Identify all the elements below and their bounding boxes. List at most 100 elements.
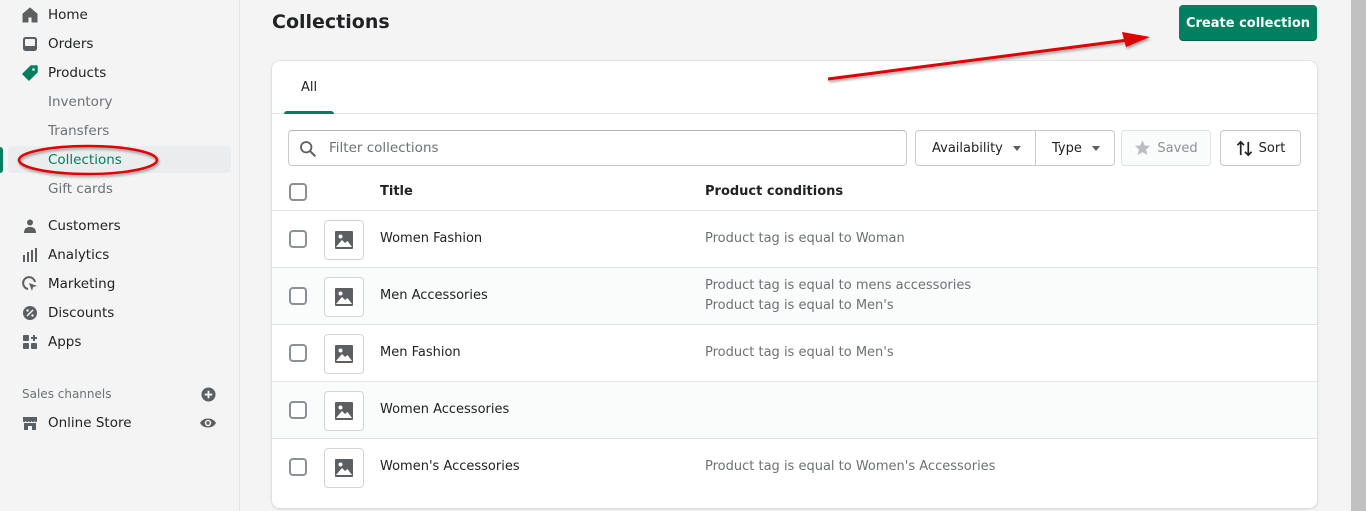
table-row[interactable]: Men Fashion Product tag is equal to Men'… (272, 325, 1317, 382)
sidebar-item-online-store[interactable]: Online Store (8, 409, 231, 436)
condition-line: Product tag is equal to Men's (705, 298, 894, 313)
select-all-checkbox[interactable] (289, 183, 307, 201)
sidebar-item-label: Gift cards (48, 180, 113, 197)
sidebar-item-label: Orders (48, 35, 94, 52)
tab-selected-indicator (284, 111, 334, 114)
filter-button-group: Availability Type (915, 130, 1115, 166)
image-placeholder-icon (335, 231, 353, 249)
collection-thumbnail (324, 277, 364, 317)
sidebar-item-apps[interactable]: Apps (8, 328, 231, 355)
sort-label: Sort (1258, 140, 1286, 156)
table-row[interactable]: Men Accessories Product tag is equal to … (272, 268, 1317, 325)
caret-down-icon (1012, 145, 1021, 151)
sidebar: Home Orders Products Inventory Transfers… (0, 0, 240, 511)
collection-thumbnail (324, 334, 364, 374)
sidebar-item-discounts[interactable]: Discounts (8, 299, 231, 326)
image-placeholder-icon (335, 459, 353, 477)
condition-line: Product tag is equal to Women's Accessor… (705, 459, 996, 474)
store-icon (21, 414, 39, 432)
sidebar-item-analytics[interactable]: Analytics (8, 241, 231, 268)
view-online-store-button[interactable] (199, 415, 219, 431)
apps-icon (21, 333, 39, 351)
column-header-product-conditions: Product conditions (705, 184, 844, 199)
product-conditions: Product tag is equal to mens accessories… (705, 276, 971, 316)
page-scrollbar[interactable] (1351, 0, 1366, 511)
condition-line: Product tag is equal to mens accessories (705, 278, 972, 293)
collection-thumbnail (324, 391, 364, 431)
star-icon (1135, 140, 1151, 155)
page-title: Collections (272, 11, 390, 33)
condition-line: Product tag is equal to Woman (705, 231, 905, 246)
collection-title[interactable]: Women's Accessories (380, 459, 520, 474)
column-header-title: Title (380, 184, 413, 199)
table-row[interactable]: Women's Accessories Product tag is equal… (272, 439, 1317, 508)
sort-icon (1236, 140, 1252, 156)
sidebar-item-transfers[interactable]: Transfers (8, 117, 231, 144)
image-placeholder-icon (335, 345, 353, 363)
tab-all[interactable]: All (284, 61, 334, 114)
collection-title[interactable]: Men Accessories (380, 288, 488, 303)
product-conditions: Product tag is equal to Men's (705, 343, 894, 363)
type-label: Type (1052, 140, 1082, 156)
sales-channels-label: Sales channels (22, 387, 112, 401)
row-checkbox[interactable] (289, 401, 307, 419)
discount-icon (21, 304, 39, 322)
tag-icon (21, 64, 39, 82)
sidebar-item-customers[interactable]: Customers (8, 212, 231, 239)
sidebar-item-label: Collections (48, 151, 122, 168)
condition-line: Product tag is equal to Men's (705, 345, 894, 360)
row-checkbox[interactable] (289, 458, 307, 476)
collection-thumbnail (324, 448, 364, 488)
image-placeholder-icon (335, 288, 353, 306)
saved-label: Saved (1157, 140, 1198, 156)
table-row[interactable]: Women Accessories (272, 382, 1317, 439)
collection-title[interactable]: Women Fashion (380, 231, 482, 246)
add-sales-channel-button[interactable] (201, 387, 216, 402)
row-checkbox[interactable] (289, 287, 307, 305)
sidebar-item-label: Online Store (48, 414, 132, 431)
customer-icon (21, 217, 39, 235)
sidebar-item-label: Analytics (48, 246, 110, 263)
create-collection-button[interactable]: Create collection (1179, 5, 1317, 41)
collections-card: All Availability Type Saved Sort Title P… (272, 61, 1317, 508)
availability-filter-button[interactable]: Availability (916, 131, 1035, 165)
sidebar-item-label: Inventory (48, 93, 113, 110)
sidebar-item-collections[interactable]: Collections (8, 146, 231, 173)
sidebar-item-label: Marketing (48, 275, 116, 292)
marketing-icon (21, 275, 39, 293)
sidebar-item-inventory[interactable]: Inventory (8, 88, 231, 115)
sidebar-item-label: Home (48, 6, 88, 23)
filter-collections-field[interactable] (288, 130, 907, 166)
sidebar-item-label: Apps (48, 333, 82, 350)
collection-title[interactable]: Women Accessories (380, 402, 509, 417)
row-checkbox[interactable] (289, 230, 307, 248)
collection-thumbnail (324, 220, 364, 260)
collection-title[interactable]: Men Fashion (380, 345, 461, 360)
filter-collections-input[interactable] (329, 131, 899, 165)
row-checkbox[interactable] (289, 344, 307, 362)
tab-bar: All (272, 61, 1317, 114)
sidebar-item-gift-cards[interactable]: Gift cards (8, 175, 231, 202)
analytics-icon (21, 246, 39, 264)
sidebar-item-orders[interactable]: Orders (8, 30, 231, 57)
orders-icon (21, 35, 39, 53)
image-placeholder-icon (335, 402, 353, 420)
sidebar-item-label: Transfers (48, 122, 110, 139)
home-icon (21, 6, 39, 24)
plus-circle-icon (201, 387, 216, 402)
product-conditions: Product tag is equal to Women's Accessor… (705, 457, 995, 477)
tab-label: All (300, 80, 318, 95)
search-icon (300, 141, 316, 157)
sidebar-item-label: Products (48, 64, 107, 81)
type-filter-button[interactable]: Type (1035, 131, 1114, 165)
sort-button[interactable]: Sort (1220, 130, 1301, 166)
table-header: Title Product conditions (272, 174, 1317, 211)
table-row[interactable]: Women Fashion Product tag is equal to Wo… (272, 211, 1317, 268)
product-conditions: Product tag is equal to Woman (705, 229, 905, 249)
availability-label: Availability (932, 140, 1003, 156)
sidebar-item-home[interactable]: Home (8, 1, 231, 28)
eye-icon (200, 418, 216, 428)
sidebar-item-marketing[interactable]: Marketing (8, 270, 231, 297)
saved-button[interactable]: Saved (1121, 130, 1211, 166)
sidebar-item-products[interactable]: Products (8, 59, 231, 86)
